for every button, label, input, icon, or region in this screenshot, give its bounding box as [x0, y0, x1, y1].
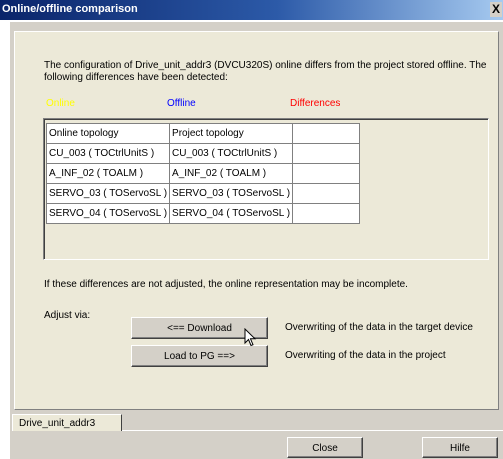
table-cell-offline: SERVO_04 ( TOServoSL ): [169, 203, 294, 224]
legend-offline: Offline: [167, 98, 196, 109]
table-cell-differences: [292, 183, 361, 204]
close-icon[interactable]: X: [490, 2, 502, 17]
window-title: Online/offline comparison: [2, 3, 138, 15]
table-cell-differences: [292, 203, 361, 224]
table-cell-differences: [292, 163, 361, 184]
table-row[interactable]: SERVO_03 ( TOServoSL ) SERVO_03 ( TOServ…: [45, 183, 361, 204]
table-cell-online: SERVO_04 ( TOServoSL ): [45, 203, 171, 224]
legend-differences: Differences: [290, 98, 341, 109]
tab-divider: [122, 430, 503, 431]
table-row[interactable]: A_INF_02 ( TOALM ) A_INF_02 ( TOALM ): [45, 163, 361, 184]
table-cell-offline: Project topology: [169, 123, 294, 144]
mouse-pointer-icon: [244, 328, 257, 347]
title-bar: Online/offline comparison X: [0, 0, 503, 20]
help-button[interactable]: Hilfe: [422, 437, 498, 458]
comparison-list[interactable]: Online topology Project topology CU_003 …: [43, 118, 489, 260]
download-description: Overwriting of the data in the target de…: [285, 322, 473, 333]
warning-text: If these differences are not adjusted, t…: [44, 279, 408, 290]
tab-drive-unit[interactable]: Drive_unit_addr3: [12, 414, 122, 431]
table-cell-differences: [292, 143, 361, 164]
differences-message: The configuration of Drive_unit_addr3 (D…: [44, 60, 487, 83]
adjust-label: Adjust via:: [44, 310, 91, 321]
table-row[interactable]: SERVO_04 ( TOServoSL ) SERVO_04 ( TOServ…: [45, 203, 361, 224]
table-cell-offline: SERVO_03 ( TOServoSL ): [169, 183, 294, 204]
load-to-pg-button[interactable]: Load to PG ==>: [131, 345, 268, 367]
load-description: Overwriting of the data in the project: [285, 350, 446, 361]
comparison-table: Online topology Project topology CU_003 …: [45, 123, 361, 224]
close-button[interactable]: Close: [287, 437, 363, 458]
table-cell-offline: A_INF_02 ( TOALM ): [169, 163, 294, 184]
table-row[interactable]: CU_003 ( TOCtrlUnitS ) CU_003 ( TOCtrlUn…: [45, 143, 361, 164]
table-cell-offline: CU_003 ( TOCtrlUnitS ): [169, 143, 294, 164]
table-cell-online: A_INF_02 ( TOALM ): [45, 163, 171, 184]
table-cell-online: Online topology: [45, 123, 171, 144]
table-cell-online: CU_003 ( TOCtrlUnitS ): [45, 143, 171, 164]
table-row[interactable]: Online topology Project topology: [45, 123, 361, 144]
table-cell-online: SERVO_03 ( TOServoSL ): [45, 183, 171, 204]
legend-online: Online: [46, 98, 75, 109]
table-cell-differences: [292, 123, 361, 144]
